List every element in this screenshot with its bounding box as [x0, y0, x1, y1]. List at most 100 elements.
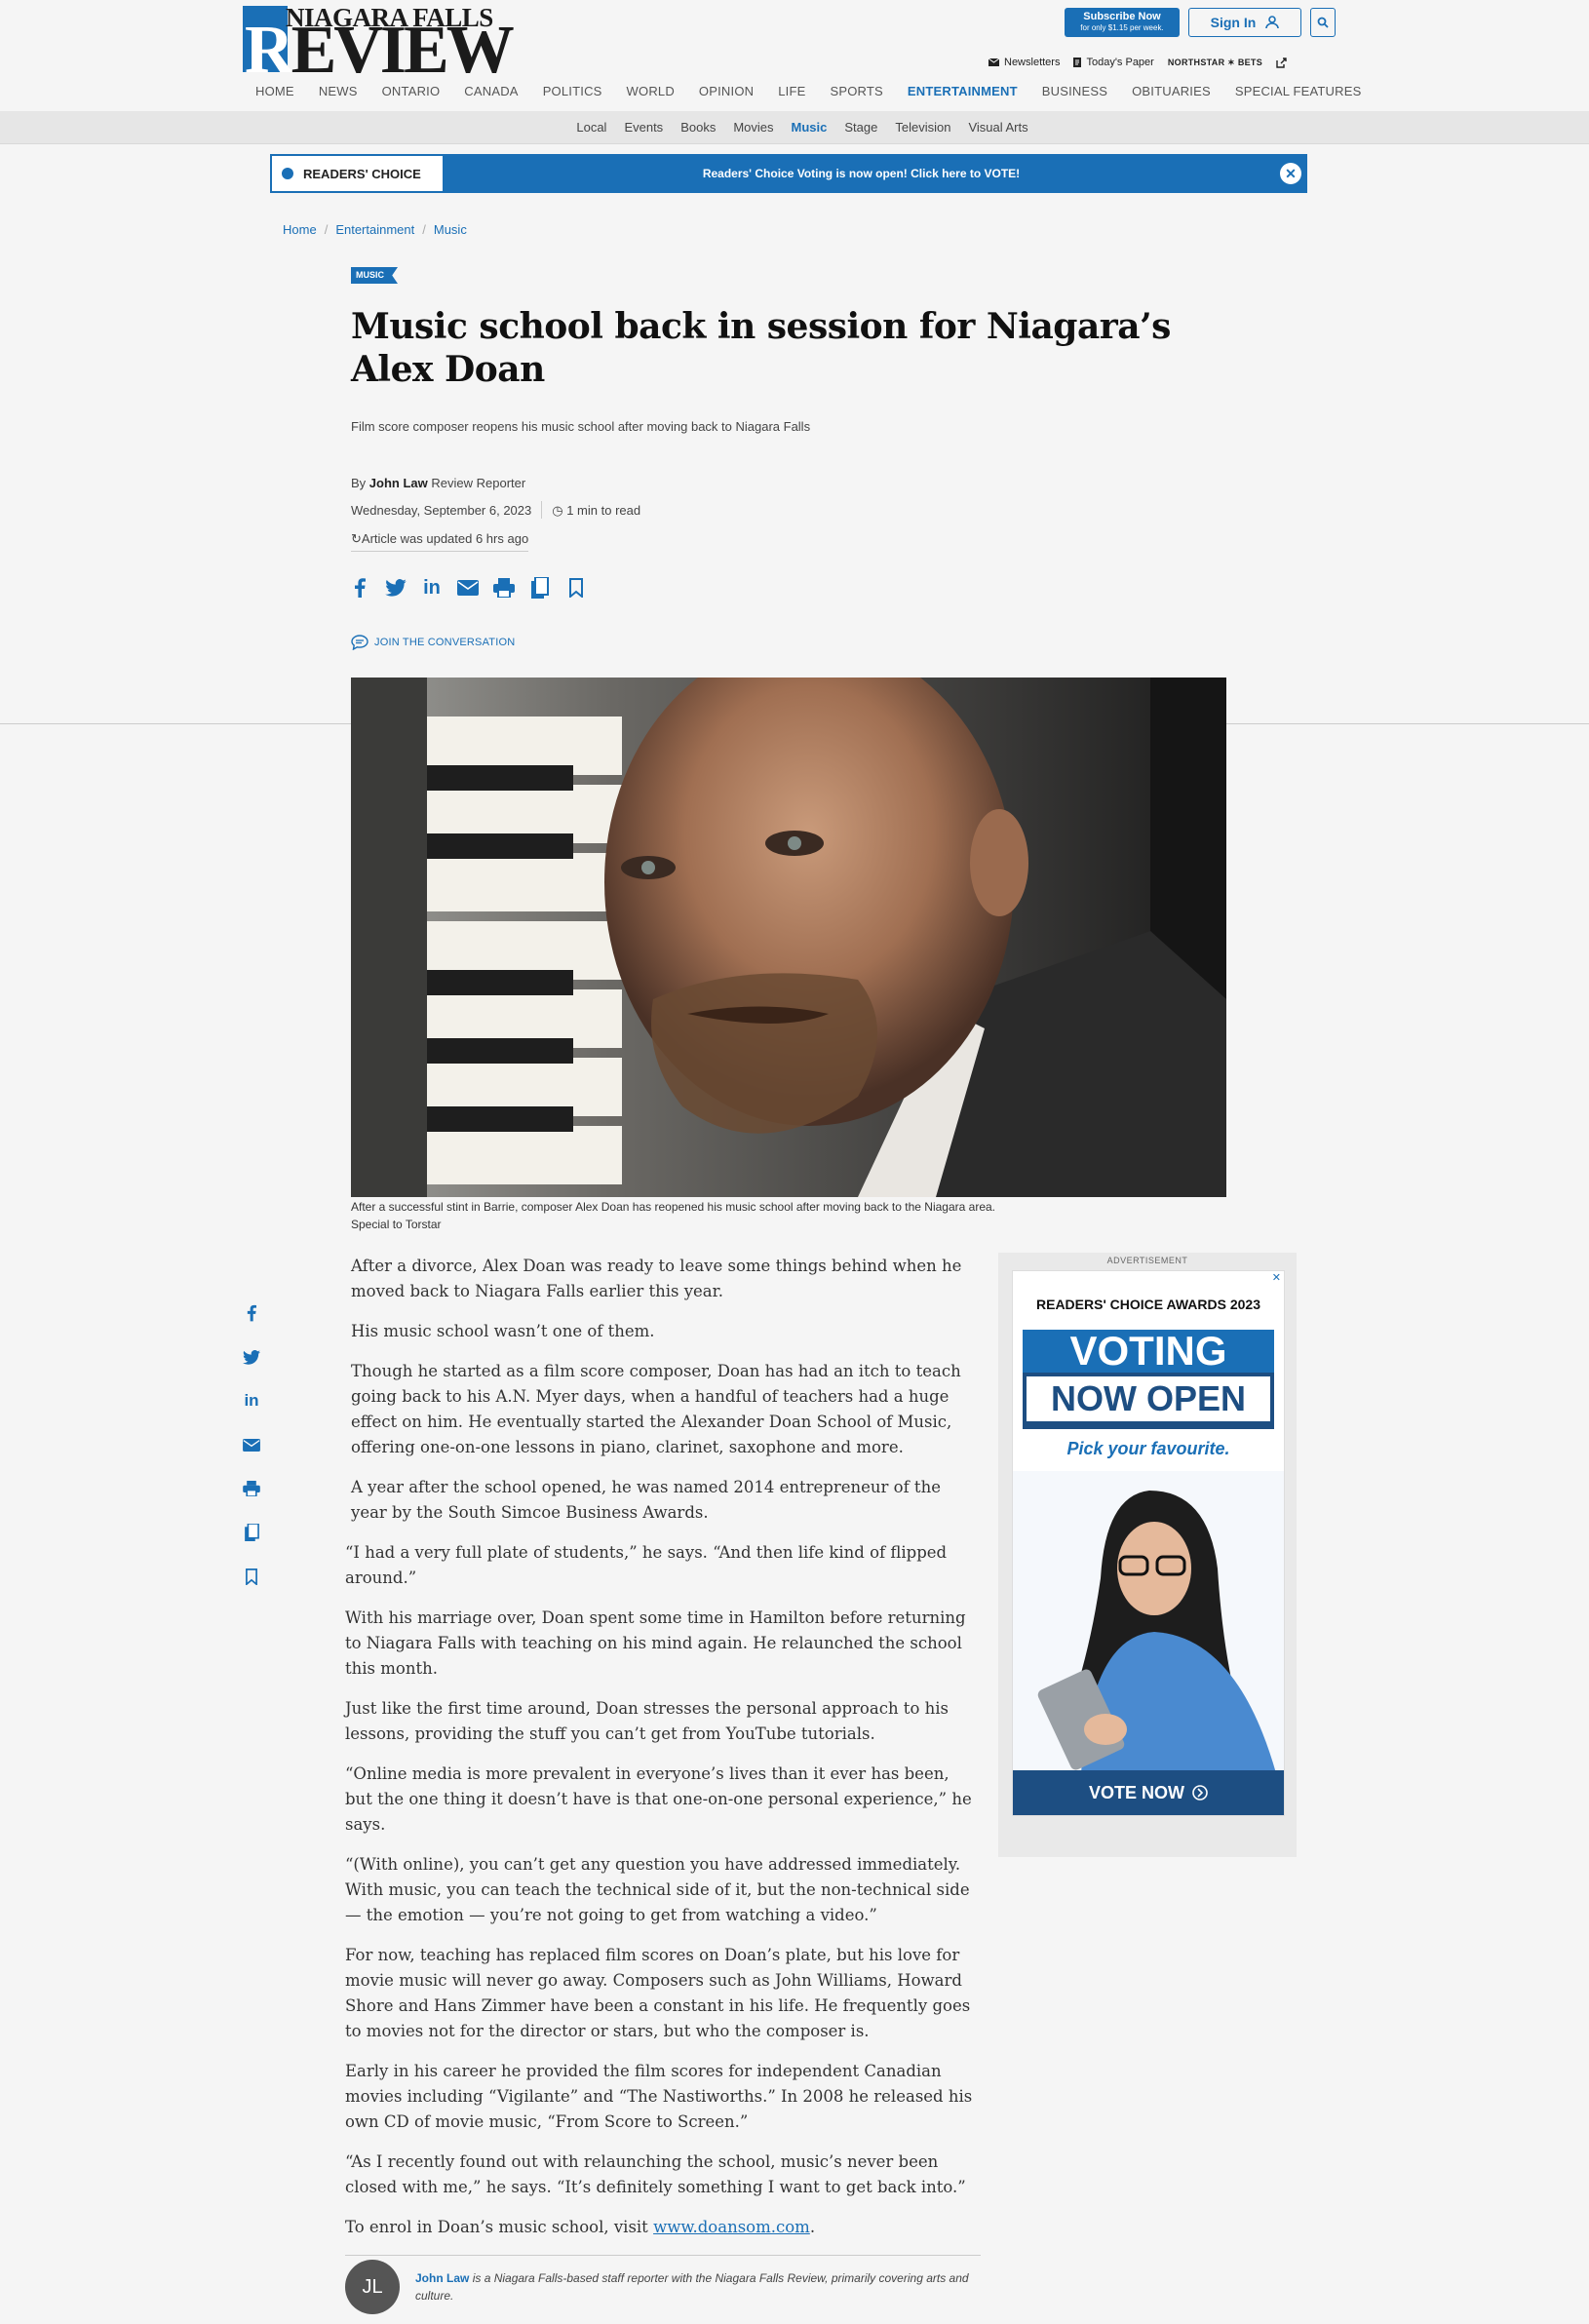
nav-item[interactable]: ENTERTAINMENT [895, 84, 1029, 98]
bookmark-icon[interactable] [565, 577, 587, 599]
subnav-item[interactable]: Television [886, 120, 959, 135]
join-conversation-link[interactable]: JOIN THE CONVERSATION [351, 635, 515, 650]
article-dek: Film score composer reopens his music sc… [351, 419, 811, 434]
article-paragraph: After a divorce, Alex Doan was ready to … [351, 1257, 962, 1300]
nav-item[interactable]: OPINION [686, 84, 765, 98]
publish-date: Wednesday, September 6, 2023 [351, 503, 532, 518]
breadcrumb: Home / Entertainment / Music [283, 222, 467, 237]
logo-main-rest: EVIEW [291, 13, 515, 88]
banner-message[interactable]: Readers' Choice Voting is now open! Clic… [443, 156, 1280, 191]
subnav-item[interactable]: Movies [724, 120, 782, 135]
subnav-item[interactable]: Music [783, 120, 836, 135]
copy-icon[interactable] [529, 577, 551, 599]
subnav-item[interactable]: Stage [835, 120, 886, 135]
facebook-icon[interactable] [240, 1302, 263, 1324]
print-icon[interactable] [493, 577, 515, 599]
refresh-icon: ↻ [351, 531, 362, 546]
nav-item[interactable]: WORLD [614, 84, 686, 98]
nav-item[interactable]: ONTARIO [369, 84, 452, 98]
subscribe-label: Subscribe Now [1083, 11, 1161, 22]
article-paragraph: A year after the school opened, he was n… [351, 1478, 941, 1522]
linkedin-icon[interactable]: in [240, 1390, 263, 1412]
article-body: After a divorce, Alex Doan was ready to … [345, 1254, 981, 2256]
section-subnav: Local Events Books Movies Music Stage Televisi… [0, 120, 1589, 135]
email-icon[interactable] [240, 1434, 263, 1455]
nav-item[interactable]: HOME [243, 84, 306, 98]
ad-label: ADVERTISEMENT [1106, 1256, 1188, 1265]
divider [541, 501, 543, 519]
article-photo[interactable] [351, 678, 1226, 1197]
bookmark-icon[interactable] [240, 1566, 263, 1587]
search-button[interactable] [1310, 8, 1336, 37]
breadcrumb-music[interactable]: Music [434, 222, 467, 237]
northstar-bets-link[interactable]: NORTHSTAR ✶ BETS [1168, 58, 1262, 68]
enrol-end: . [809, 2218, 816, 2236]
email-icon[interactable] [457, 577, 479, 599]
author-role: Review Reporter [431, 476, 526, 490]
readers-choice-ad[interactable]: ✕ READERS' CHOICE AWARDS 2023 VOTING NOW… [1012, 1270, 1285, 1816]
subnav-item[interactable]: Visual Arts [959, 120, 1036, 135]
nav-item[interactable]: NEWS [306, 84, 369, 98]
newsletters-link[interactable]: Newsletters [988, 57, 1060, 68]
caption-text: After a successful stint in Barrie, comp… [351, 1200, 995, 1214]
avatar[interactable]: JL [345, 2260, 400, 2314]
enrol-paragraph: To enrol in Doan’s music school, visit w… [345, 2215, 981, 2240]
copy-icon[interactable] [240, 1522, 263, 1543]
subnav-item[interactable]: Local [567, 120, 615, 135]
enrol-link[interactable]: www.doansom.com [653, 2218, 810, 2236]
twitter-icon[interactable] [385, 577, 407, 599]
nav-item[interactable]: SPECIAL FEATURES [1222, 84, 1374, 98]
readers-choice-banner[interactable]: READERS' CHOICE Readers' Choice Voting i… [270, 154, 1307, 193]
external-link-icon[interactable] [1276, 57, 1287, 68]
nav-item[interactable]: POLITICS [530, 84, 614, 98]
read-time: ◷ 1 min to read [552, 503, 641, 518]
vote-now-button[interactable]: VOTE NOW [1013, 1770, 1284, 1815]
site-logo[interactable]: NIAGARA FALLS REVIEW [243, 4, 527, 85]
article-paragraph: Just like the first time around, Doan st… [345, 1699, 949, 1743]
article-date-row: Wednesday, September 6, 2023 ◷ 1 min to … [351, 501, 641, 519]
nav-item[interactable]: BUSINESS [1029, 84, 1119, 98]
ad-pick-text: Pick your favourite. [1066, 1439, 1230, 1458]
author-bio-name[interactable]: John Law [415, 2271, 469, 2285]
author-name[interactable]: John Law [369, 476, 428, 490]
author-bio-text: is a Niagara Falls-based staff reporter … [415, 2271, 969, 2303]
join-conversation-label: JOIN THE CONVERSATION [374, 637, 516, 648]
subscribe-button[interactable]: Subscribe Now for only $1.15 per week. [1065, 8, 1180, 37]
nav-item[interactable]: SPORTS [817, 84, 894, 98]
close-icon[interactable]: ✕ [1280, 163, 1301, 184]
article-title: Music school back in session for Niagara… [351, 306, 1171, 390]
article-paragraph: Early in his career he provided the film… [345, 2062, 973, 2131]
subscribe-sublabel: for only $1.15 per week. [1080, 23, 1164, 32]
nav-item[interactable]: LIFE [765, 84, 817, 98]
document-icon [1073, 58, 1082, 67]
nav-item[interactable]: CANADA [451, 84, 529, 98]
envelope-icon [988, 58, 999, 66]
linkedin-icon[interactable]: in [421, 577, 443, 599]
section-tag[interactable]: MUSIC [351, 267, 398, 284]
subnav-bar: Local Events Books Movies Music Stage Televisi… [0, 111, 1589, 144]
photo-caption: After a successful stint in Barrie, comp… [351, 1198, 995, 1233]
facebook-icon[interactable] [349, 577, 370, 599]
ad-title: READERS' CHOICE AWARDS 2023 [1036, 1297, 1260, 1312]
author-bio: John Law is a Niagara Falls-based staff … [415, 2269, 981, 2305]
twitter-icon[interactable] [240, 1346, 263, 1368]
nav-item[interactable]: OBITUARIES [1119, 84, 1222, 98]
signin-button[interactable]: Sign In [1188, 8, 1301, 37]
enrol-text: To enrol in Doan’s music school, visit [345, 2218, 648, 2236]
breadcrumb-separator: / [324, 222, 329, 237]
article-paragraph: Though he started as a film score compos… [351, 1362, 961, 1456]
breadcrumb-home[interactable]: Home [283, 222, 317, 237]
subnav-item[interactable]: Events [615, 120, 672, 135]
logo-main-text: REVIEW [245, 13, 515, 88]
main-nav: HOME NEWS ONTARIO CANADA POLITICS WORLD OPINIO… [243, 84, 1373, 98]
ad-close-icon[interactable]: ✕ [1272, 1271, 1281, 1284]
print-icon[interactable] [240, 1478, 263, 1499]
byline-prefix: By [351, 476, 367, 490]
vote-now-label: VOTE NOW [1089, 1782, 1184, 1802]
todays-paper-link[interactable]: Today's Paper [1073, 57, 1154, 68]
article-end-divider [345, 2255, 981, 2256]
subnav-item[interactable]: Books [672, 120, 724, 135]
search-icon [1317, 17, 1329, 28]
ad-line1: VOTING [1023, 1330, 1274, 1373]
breadcrumb-entertainment[interactable]: Entertainment [335, 222, 414, 237]
